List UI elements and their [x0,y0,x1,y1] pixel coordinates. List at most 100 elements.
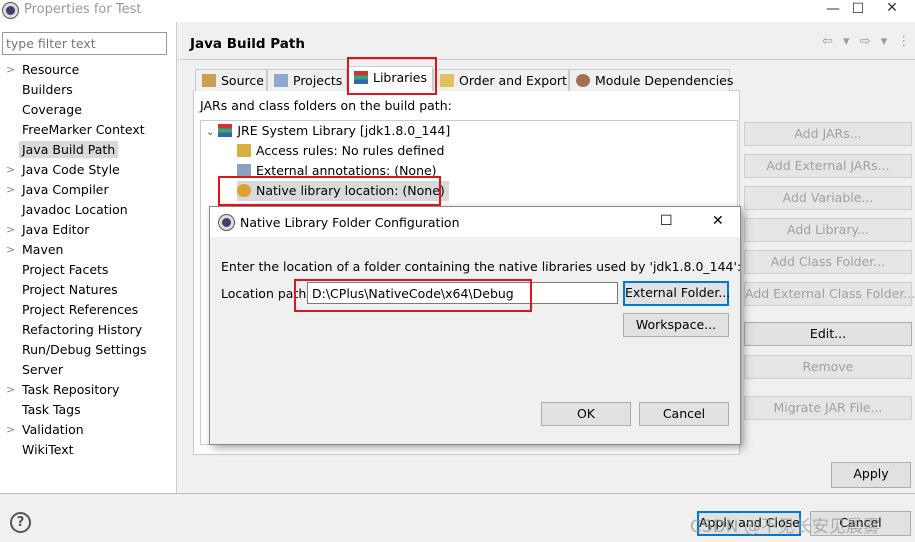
nav-item[interactable]: Coverage [0,100,177,120]
workspace-button[interactable]: Workspace... [623,313,729,337]
tab-label: Projects [293,73,343,88]
tab-projects[interactable]: Projects [267,69,347,91]
tree-label: Access rules: No rules defined [256,143,445,158]
tab-order-export[interactable]: Order and Export [433,69,569,91]
ok-button[interactable]: OK [541,402,631,426]
folder-icon [274,74,288,87]
eclipse-icon [3,3,18,18]
nav-item-label: Run/Debug Settings [22,342,147,357]
nav-item-label: WikiText [22,442,74,457]
eclipse-icon [219,215,234,230]
chevron-right-icon: > [6,63,16,76]
dialog-close-button[interactable]: ✕ [712,213,724,229]
nav-item[interactable]: > Maven [0,240,177,260]
nav-item-label: Task Repository [22,382,120,397]
tab-source[interactable]: Source [195,69,267,91]
nav-item[interactable]: > Validation [0,420,177,440]
tab-label: Module Dependencies [595,73,734,88]
library-action-button[interactable]: Add Library... [744,218,912,242]
library-action-button[interactable]: Add Variable... [744,186,912,210]
nav-item[interactable]: > Task Repository [0,380,177,400]
source-icon [202,74,216,87]
tree-item-access-rules[interactable]: Access rules: No rules defined [237,141,444,161]
library-action-button[interactable]: Add Class Folder... [744,250,912,274]
nav-item-label: Validation [22,422,84,437]
nav-item-label: Java Editor [22,222,90,237]
highlight-native-library [218,176,441,206]
nav-item[interactable]: WikiText [0,440,177,460]
nav-item[interactable]: > Java Code Style [0,160,177,180]
nav-item[interactable]: Server [0,360,177,380]
access-rules-icon [237,144,251,157]
dialog-message: Enter the location of a folder containin… [221,259,742,274]
nav-item[interactable]: Run/Debug Settings [0,340,177,360]
help-icon[interactable]: ? [10,512,31,533]
chevron-right-icon: > [6,163,16,176]
nav-item[interactable]: Project References [0,300,177,320]
nav-item[interactable]: FreeMarker Context [0,120,177,140]
library-action-button[interactable]: Add External Class Folder... [744,282,915,306]
library-action-button[interactable]: Add JARs... [744,122,912,146]
divider [178,59,915,60]
nav-item[interactable]: Builders [0,80,177,100]
nav-item[interactable]: Java Build Path [0,140,177,160]
library-action-button[interactable]: Edit... [744,322,912,346]
tab-label: Source [221,73,264,88]
chevron-right-icon: > [6,223,16,236]
order-icon [440,74,454,87]
library-action-button[interactable]: Remove [744,355,912,379]
tab-module-dependencies[interactable]: Module Dependencies [569,69,734,91]
library-icon [218,124,233,137]
chevron-right-icon: > [6,183,16,196]
divider [0,493,915,494]
page-title: Java Build Path [190,36,305,52]
nav-item-label: Task Tags [22,402,81,417]
nav-item-label: Project Facets [22,262,109,277]
nav-item[interactable]: Refactoring History [0,320,177,340]
nav-item-label: Server [22,362,63,377]
chevron-right-icon: > [6,423,16,436]
chevron-right-icon: > [6,243,16,256]
nav-item-label: Coverage [22,102,82,117]
nav-item-label: Javadoc Location [22,202,128,217]
nav-item-label: Java Code Style [22,162,120,177]
highlight-location-path [294,279,532,312]
nav-item-label: Refactoring History [22,322,143,337]
nav-item[interactable]: > Java Compiler [0,180,177,200]
dialog-maximize-button[interactable]: ☐ [660,213,673,229]
library-action-button[interactable]: Migrate JAR File... [744,396,912,420]
libraries-caption: JARs and class folders on the build path… [200,98,452,113]
nav-item[interactable]: > Java Editor [0,220,177,240]
nav-item[interactable]: > Resource [0,60,177,80]
filter-input[interactable] [2,32,167,55]
tree-label: JRE System Library [jdk1.8.0_144] [237,123,451,138]
tree-item-jre[interactable]: ⌄ JRE System Library [jdk1.8.0_144] [206,121,450,141]
nav-item-label: Java Compiler [22,182,109,197]
nav-item[interactable]: Task Tags [0,400,177,420]
nav-item-label: Builders [22,82,73,97]
apply-button[interactable]: Apply [831,462,911,488]
window-title: Properties for Test [24,2,142,17]
library-action-button[interactable]: Add External JARs... [744,154,912,178]
history-nav-arrows[interactable]: ⇦ ▾ ⇨ ▾ ⋮ [822,34,913,49]
highlight-libraries-tab [347,57,437,95]
nav-item-label: Resource [22,62,80,77]
nav-item[interactable]: Project Facets [0,260,177,280]
dialog-cancel-button[interactable]: Cancel [639,402,729,426]
external-folder-button[interactable]: External Folder... [623,281,730,306]
chevron-down-icon: ⌄ [206,127,215,138]
dialog-title: Native Library Folder Configuration [240,215,460,230]
nav-item[interactable]: Javadoc Location [0,200,177,220]
native-library-dialog: Native Library Folder Configuration ☐ ✕ … [209,206,741,445]
module-icon [576,74,590,87]
watermark: CSDN @不见长安见晨雾 [690,517,880,537]
nav-item-label: FreeMarker Context [22,122,145,137]
close-button[interactable]: ✕ [869,0,915,19]
chevron-right-icon: > [6,383,16,396]
nav-item-label: Project Natures [22,282,118,297]
properties-nav: > Resource Builders Coverage FreeMarker Cont… [0,60,177,460]
nav-item-label: Project References [22,302,139,317]
nav-item-label: Java Build Path [19,141,119,158]
nav-item-label: Maven [22,242,64,257]
nav-item[interactable]: Project Natures [0,280,177,300]
